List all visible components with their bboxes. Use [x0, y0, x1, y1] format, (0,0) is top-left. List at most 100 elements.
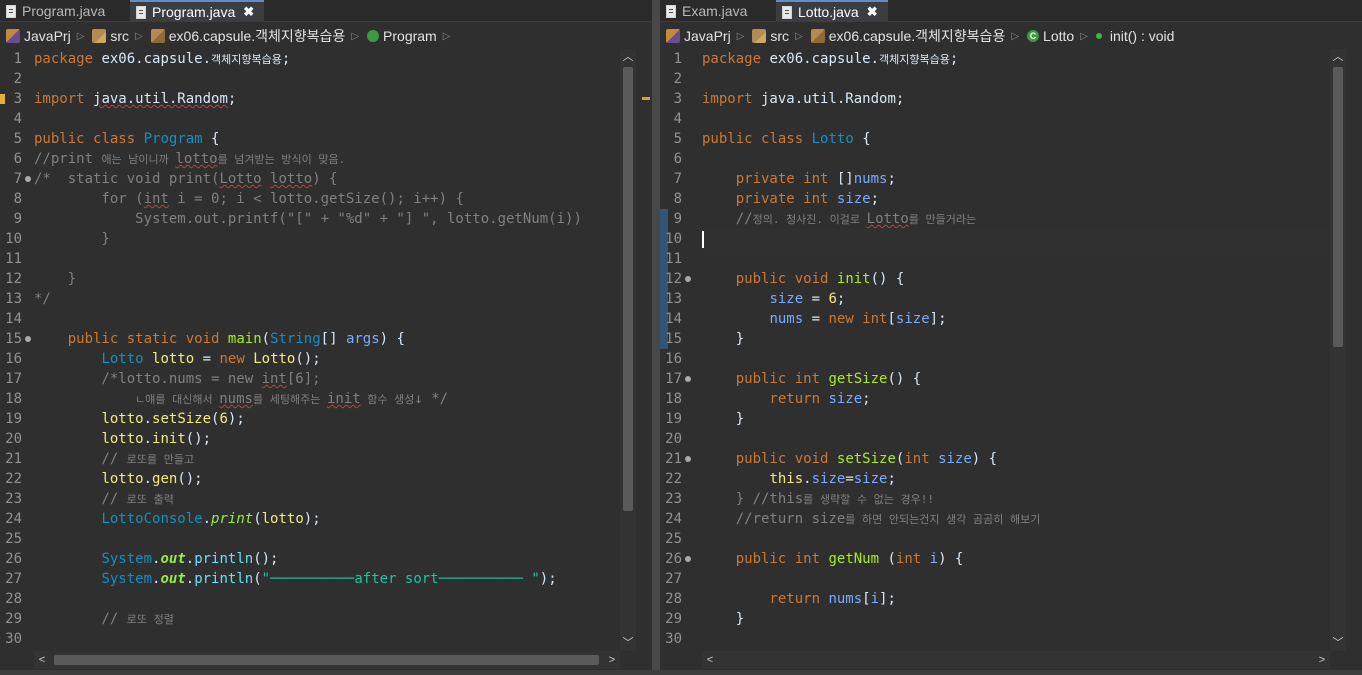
java-file-icon — [136, 5, 146, 19]
tab-label: Lotto.java — [798, 4, 859, 20]
breadcrumb-arrow-icon: ▷ — [1011, 30, 1020, 42]
status-strip — [0, 670, 1362, 675]
code-line: package ex06.capsule.객체지향복습용; — [702, 51, 959, 67]
line-number: 24 — [5, 511, 22, 527]
breadcrumb-src[interactable]: src ▷ — [92, 28, 143, 44]
method-icon — [1095, 33, 1102, 39]
fold-icon[interactable] — [685, 376, 691, 382]
line-number: 19 — [5, 411, 22, 427]
line-number: 10 — [665, 231, 682, 247]
line-number: 21 — [660, 449, 691, 469]
fold-icon[interactable] — [25, 176, 31, 182]
line-number: 30 — [665, 631, 682, 647]
horizontal-scrollbar[interactable]: < > — [702, 651, 1330, 669]
code-line: //return size를 하면 안되는건지 생각 곰곰히 해보기 — [702, 511, 1041, 527]
scroll-thumb[interactable] — [1333, 67, 1343, 347]
breadcrumb-class[interactable]: Program ▷ — [367, 28, 450, 44]
scroll-left-icon[interactable]: < — [702, 651, 718, 669]
line-number: 26 — [5, 551, 22, 567]
code-line: private int size; — [702, 191, 880, 207]
breadcrumb-package[interactable]: ex06.capsule.객체지향복습용 ▷ — [810, 26, 1020, 46]
breadcrumb-project[interactable]: JavaPrj ▷ — [666, 28, 744, 44]
project-icon — [666, 29, 680, 43]
line-number: 4 — [673, 111, 682, 127]
right-code-editor[interactable]: 1 2 3 4 5 6 7 8 9 10 11 12 13 14 15 16 1… — [660, 49, 1338, 651]
scroll-thumb[interactable] — [623, 67, 633, 511]
left-code-editor[interactable]: 1 2 3 4 5 6 7 8 9 10 11 12 13 14 15 16 1… — [0, 49, 620, 651]
scroll-left-icon[interactable]: < — [34, 651, 50, 669]
code-area[interactable]: package ex06.capsule.객체지향복습용; import jav… — [702, 49, 1338, 651]
line-number: 23 — [5, 491, 22, 507]
code-line: lotto.setSize(6); — [101, 411, 245, 427]
package-icon — [150, 29, 165, 43]
line-number: 1 — [673, 51, 682, 67]
warning-icon[interactable] — [0, 94, 5, 104]
line-number: 16 — [665, 351, 682, 367]
line-number: 18 — [665, 391, 682, 407]
code-area[interactable]: package ex06.capsule.객체지향복습용; import jav… — [34, 49, 620, 651]
breadcrumb-project[interactable]: JavaPrj ▷ — [6, 28, 84, 44]
tab-program-java-active[interactable]: Program.java ✖ — [130, 0, 264, 22]
line-number: 1 — [13, 51, 22, 67]
breadcrumb-package[interactable]: ex06.capsule.객체지향복습용 ▷ — [150, 26, 360, 46]
line-number: 22 — [665, 471, 682, 487]
code-line: } //this를 생략할 수 없는 경우!! — [702, 491, 934, 507]
breadcrumb-method[interactable]: init() : void — [1095, 28, 1174, 44]
class-icon: C — [1027, 30, 1040, 42]
tab-exam-java[interactable]: Exam.java — [660, 0, 772, 22]
vertical-scrollbar[interactable]: ︿ ﹀ — [1330, 49, 1346, 651]
tab-label: Program.java — [152, 4, 236, 20]
line-number: 12 — [660, 269, 691, 289]
line-number: 9 — [673, 211, 682, 227]
code-line-current — [702, 229, 1338, 249]
breadcrumb-arrow-icon: ▷ — [1080, 30, 1088, 42]
vertical-scrollbar[interactable]: ︿ ﹀ — [620, 49, 636, 651]
horizontal-scrollbar[interactable]: < > — [34, 651, 620, 669]
code-line: ㄴ얘를 대신해서 nums를 세팅해주는 init 함수 생성↓ */ — [135, 391, 449, 407]
line-number: 21 — [5, 451, 22, 467]
code-line: for (int i = 0; i < lotto.getSize(); i++… — [34, 191, 464, 207]
fold-icon[interactable] — [25, 336, 31, 342]
line-number: 12 — [5, 271, 22, 287]
fold-icon[interactable] — [685, 556, 691, 562]
scroll-up-icon[interactable]: ︿ — [1330, 49, 1346, 65]
code-line: lotto.init(); — [101, 431, 212, 447]
close-tab-icon[interactable]: ✖ — [867, 4, 878, 20]
line-number: 29 — [665, 611, 682, 627]
code-line: Lotto lotto = new Lotto(); — [101, 351, 321, 367]
fold-icon[interactable] — [685, 276, 691, 282]
breadcrumb-arrow-icon: ▷ — [135, 30, 143, 42]
scroll-right-icon[interactable]: > — [1314, 651, 1330, 669]
tab-program-java-inactive[interactable]: Program.java — [0, 0, 124, 22]
breadcrumb-arrow-icon: ▷ — [351, 30, 360, 42]
fold-icon[interactable] — [685, 456, 691, 462]
code-line: this.size=size; — [769, 471, 896, 487]
line-number: 15 — [0, 329, 31, 349]
pane-divider[interactable] — [652, 0, 660, 675]
line-number: 5 — [13, 131, 22, 147]
code-line: public static void main(String[] args) { — [34, 331, 405, 347]
scroll-down-icon[interactable]: ﹀ — [1330, 635, 1346, 651]
scroll-down-icon[interactable]: ﹀ — [620, 635, 636, 651]
scroll-thumb[interactable] — [54, 655, 599, 665]
tab-lotto-java-active[interactable]: Lotto.java ✖ — [776, 0, 888, 22]
scroll-up-icon[interactable]: ︿ — [620, 49, 636, 65]
line-number: 7 — [673, 171, 682, 187]
warning-marker[interactable] — [642, 97, 650, 100]
code-line: } — [34, 231, 110, 247]
class-icon — [367, 30, 380, 42]
scroll-right-icon[interactable]: > — [604, 651, 620, 669]
breadcrumb-src[interactable]: src ▷ — [752, 28, 803, 44]
project-icon — [6, 29, 20, 43]
close-tab-icon[interactable]: ✖ — [243, 4, 254, 20]
line-number: 7 — [0, 169, 31, 189]
overview-ruler[interactable] — [640, 49, 652, 651]
line-number: 17 — [660, 369, 691, 389]
code-line: nums = new int[size]; — [769, 311, 947, 327]
breadcrumb-class[interactable]: C Lotto ▷ — [1027, 28, 1088, 44]
line-number: 9 — [13, 211, 22, 227]
